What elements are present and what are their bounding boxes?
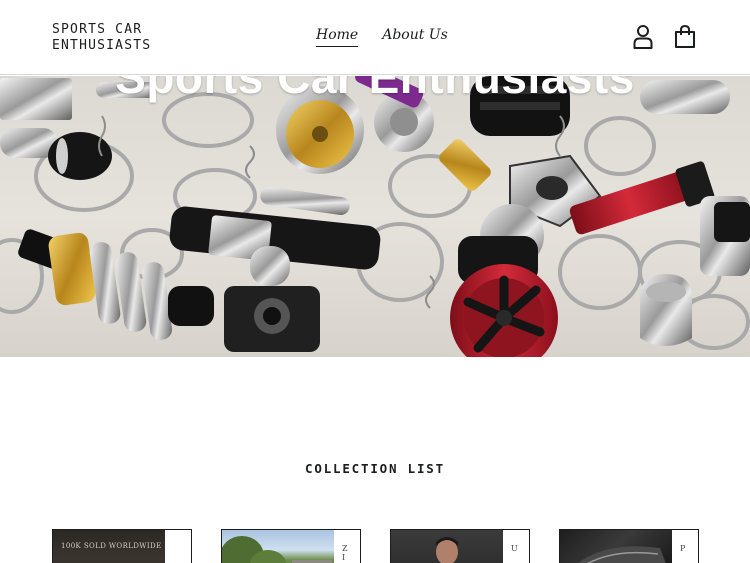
account-button[interactable] [631, 24, 655, 50]
hero-title: Sports Car Enthusiasts [115, 76, 635, 103]
cart-button[interactable] [673, 24, 697, 50]
hero-keychains-image [0, 76, 750, 357]
collection-card-image [391, 530, 503, 563]
shopping-bag-icon [675, 24, 695, 48]
collection-list-title: COLLECTION LIST [305, 461, 445, 476]
site-header: SPORTS CAR ENTHUSIASTS Home About Us [0, 0, 750, 75]
collection-card[interactable]: Z I [221, 529, 361, 563]
collection-card[interactable]: 100K SOLD WORLDWIDE [52, 529, 192, 563]
collection-grid: 100K SOLD WORLDWIDE Z I U P [52, 529, 699, 563]
collection-card-image [560, 530, 672, 563]
collection-card-image [222, 530, 334, 563]
logo-line-1: SPORTS CAR [52, 22, 143, 37]
logo-line-2: ENTHUSIASTS [52, 38, 152, 53]
collection-card-image-text: 100K SOLD WORLDWIDE [61, 542, 162, 550]
car-detail-illustration [578, 546, 666, 563]
site-logo[interactable]: SPORTS CAR ENTHUSIASTS [52, 22, 192, 54]
collection-card-title: U [511, 544, 518, 553]
main-nav: Home About Us [316, 27, 448, 47]
collection-card-title: P [680, 544, 686, 553]
collection-card[interactable]: P [559, 529, 699, 563]
collection-card[interactable]: U [390, 529, 530, 563]
nav-home[interactable]: Home [316, 27, 359, 47]
person-illustration [436, 537, 458, 563]
trees-illustration [222, 536, 332, 563]
user-icon [633, 25, 653, 49]
collection-card-title: Z I [342, 544, 348, 562]
hero-banner: Sports Car Enthusiasts [0, 76, 750, 357]
collection-card-image: 100K SOLD WORLDWIDE [53, 530, 165, 563]
nav-about-us[interactable]: About Us [382, 27, 448, 47]
